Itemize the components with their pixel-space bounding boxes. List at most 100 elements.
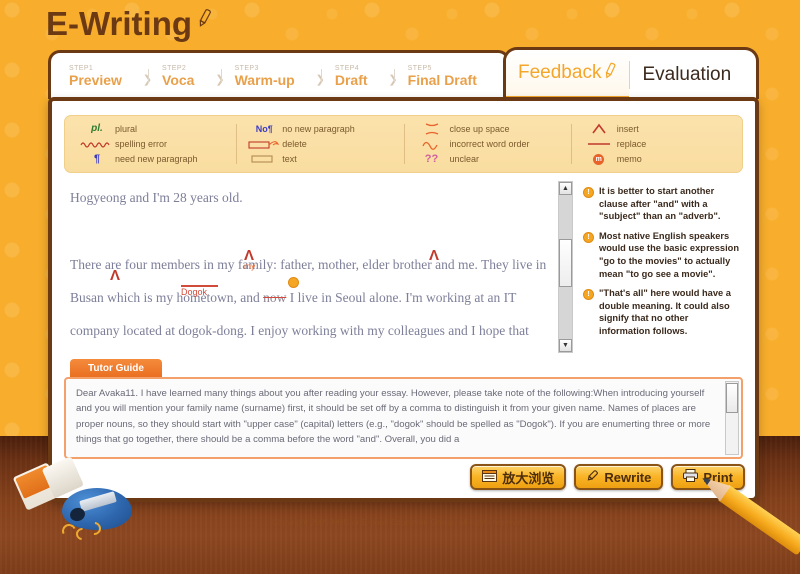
feedback-evaluation-tabs[interactable]: Feedback Evaluation: [503, 47, 759, 99]
incorrect-word-order-mark-icon: [414, 136, 450, 151]
scrollbar-thumb[interactable]: [726, 383, 738, 413]
step-tab-5[interactable]: STEP5 Final Draft: [393, 61, 503, 90]
legend-item-unclear: ?? unclear: [414, 152, 567, 167]
legend-label: need new paragraph: [115, 154, 198, 165]
close-up-space-mark-icon: [414, 121, 450, 136]
replace-line-mark-icon: [581, 136, 617, 151]
tab-feedback-label: Feedback: [518, 62, 602, 83]
legend-item-delete: delete: [246, 136, 399, 151]
tab-evaluation[interactable]: Evaluation: [630, 50, 743, 99]
essay-line-3-after: I live in Seoul alone. I'm working at an…: [286, 290, 517, 305]
step-tab-1[interactable]: STEP1 Preview ❯: [55, 61, 152, 90]
legend-item-replace: replace: [581, 136, 734, 151]
scroll-up-icon[interactable]: ▲: [559, 182, 572, 195]
insert-caret-mark-icon[interactable]: Λ: [244, 248, 254, 263]
legend-item-incorrect-word-order: incorrect word order: [414, 136, 567, 151]
board-inner: pl. plural spelling error ¶ need new par…: [52, 101, 755, 498]
delete-mark-icon: [246, 136, 282, 151]
step-label: Voca: [162, 71, 195, 88]
step-label: Warm-up: [234, 71, 295, 88]
memo-mark-icon: !: [583, 231, 594, 243]
comment-item[interactable]: ! "That's all" here would have a double …: [583, 287, 741, 337]
legend-label: text: [282, 154, 297, 165]
legend-column-3: close up space incorrect word order ?? u…: [403, 121, 571, 167]
essay-line-1: Hogyeong and I'm 28 years old.: [70, 190, 243, 205]
legend-item-need-new-paragraph: ¶ need new paragraph: [79, 152, 232, 167]
inserted-word-annotation: my: [244, 261, 256, 271]
legend-label: spelling error: [115, 138, 168, 149]
suggested-correction: Dogok: [181, 287, 208, 297]
scroll-down-icon[interactable]: ▼: [559, 339, 572, 352]
essay-struck-word: now: [263, 290, 287, 305]
tutor-guide-box[interactable]: Dear Avaka11. I have learned many things…: [64, 377, 743, 459]
step-label: Preview: [69, 71, 122, 88]
memo-mark-icon: m: [581, 152, 617, 167]
legend-column-4: insert replace m memo: [570, 121, 738, 167]
step-label: Draft: [334, 71, 368, 88]
legend-column-1: pl. plural spelling error ¶ need new par…: [69, 121, 236, 167]
pencil-icon: [586, 469, 599, 485]
legend-item-plural: pl. plural: [79, 121, 232, 136]
insert-caret-mark-icon[interactable]: Λ: [429, 248, 439, 263]
essay-line-2: There are four members in my family: fat…: [70, 257, 547, 272]
legend-label: plural: [115, 123, 138, 134]
insert-caret-mark-icon[interactable]: Λ: [110, 268, 120, 283]
main-board: pl. plural spelling error ¶ need new par…: [48, 97, 759, 502]
tab-feedback[interactable]: Feedback: [506, 50, 630, 99]
tutor-guide-scrollbar[interactable]: [725, 381, 739, 455]
legend-item-no-new-paragraph: No¶ no new paragraph: [246, 121, 399, 136]
legend-label: incorrect word order: [449, 138, 530, 149]
comment-text: "That's all" here would have a double me…: [599, 288, 731, 336]
step-tab-3[interactable]: STEP3 Warm-up ❯: [220, 61, 325, 90]
legend-label: close up space: [449, 123, 510, 134]
tutor-guide-text: Dear Avaka11. I have learned many things…: [76, 388, 711, 446]
essay-scrollbar[interactable]: ▲ ▼: [558, 181, 573, 353]
unclear-mark-icon: ??: [424, 153, 439, 166]
essay-line-4: company located at dogok-dong. I enjoy w…: [70, 323, 529, 338]
printer-icon: [683, 469, 699, 485]
text-box-mark-icon: [246, 152, 282, 167]
feedback-comments-panel: ! It is better to start another clause a…: [577, 181, 743, 353]
tutor-guide-tab[interactable]: Tutor Guide: [70, 359, 162, 377]
essay-line-3: Busan which is my hometown, and now I li…: [70, 289, 548, 306]
tab-evaluation-label: Evaluation: [642, 63, 732, 85]
legend-item-spelling-error: spelling error: [79, 136, 232, 151]
insert-caret-mark-icon: [581, 121, 617, 136]
essay-and-comments: Hogyeong and I'm 28 years old. There are…: [64, 181, 743, 353]
legend-label: replace: [616, 138, 647, 149]
enlarge-view-button[interactable]: 放大浏览: [470, 464, 567, 490]
legend-label: delete: [282, 138, 307, 149]
step-tab-4[interactable]: STEP4 Draft ❯: [320, 61, 398, 90]
scrollbar-track[interactable]: [559, 195, 572, 339]
pencil-icon: [196, 8, 212, 33]
step-tab-2[interactable]: STEP2 Voca ❯: [148, 61, 225, 90]
squiggle-mark-icon: [79, 136, 115, 151]
rewrite-label: Rewrite: [604, 469, 652, 485]
legend-column-2: No¶ no new paragraph delete text: [236, 121, 403, 167]
comment-item[interactable]: ! Most native English speakers would use…: [583, 230, 741, 280]
plural-mark-icon: pl.: [91, 123, 103, 135]
legend-item-insert: insert: [581, 121, 734, 136]
scrollbar-thumb[interactable]: [559, 239, 572, 287]
rewrite-button[interactable]: Rewrite: [574, 464, 664, 490]
memo-mark-icon: !: [583, 289, 594, 301]
copyright-text: Copyright 2009 NHN or E-book Education G…: [272, 518, 528, 527]
comment-text: It is better to start another clause aft…: [599, 186, 721, 222]
memo-mark-icon: !: [583, 187, 594, 198]
comment-text: Most native English speakers would use t…: [599, 230, 740, 279]
step-navigation[interactable]: STEP1 Preview ❯ STEP2 Voca ❯ STEP3 Warm-…: [48, 50, 510, 99]
pencil-icon: [604, 62, 617, 85]
comment-item[interactable]: ! It is better to start another clause a…: [583, 185, 741, 223]
legend-label: insert: [616, 123, 639, 134]
legend-label: no new paragraph: [282, 123, 355, 134]
essay-line-3-before: Busan which is my hometown, and: [70, 290, 264, 305]
pilcrow-mark-icon: ¶: [93, 153, 101, 166]
legend-item-memo: m memo: [581, 152, 734, 167]
enlarge-view-label: 放大浏览: [502, 470, 555, 486]
legend-item-close-up-space: close up space: [414, 121, 567, 136]
essay-text-area[interactable]: Hogyeong and I'm 28 years old. There are…: [64, 181, 554, 353]
memo-mark-icon[interactable]: [288, 277, 299, 288]
step-label: Final Draft: [407, 71, 477, 88]
legend-item-text: text: [246, 152, 399, 167]
proofreading-marks-legend: pl. plural spelling error ¶ need new par…: [64, 115, 743, 173]
